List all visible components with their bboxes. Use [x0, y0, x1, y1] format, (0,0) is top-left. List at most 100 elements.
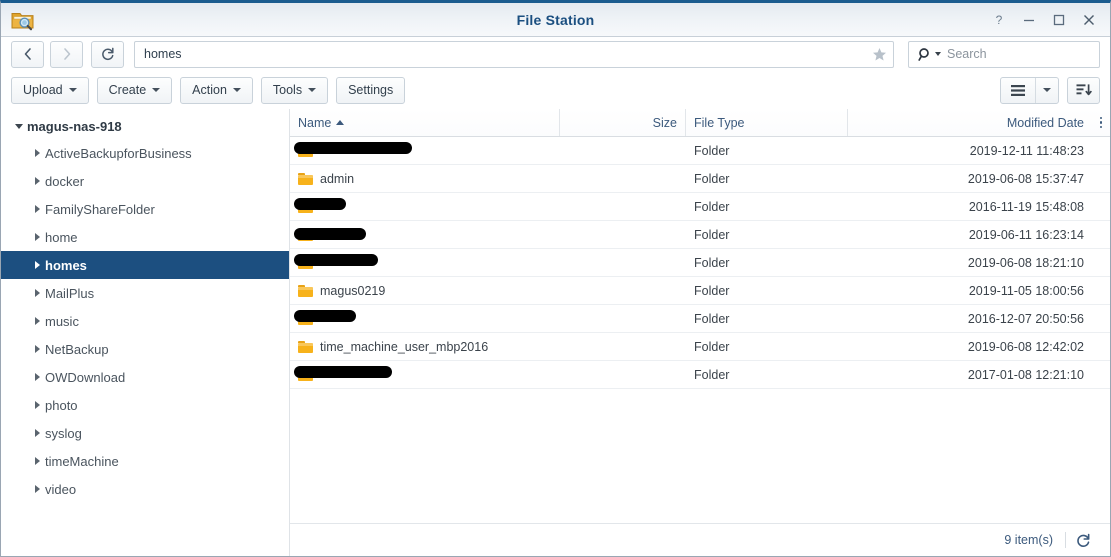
sidebar-item-syslog[interactable]: syslog: [1, 419, 289, 447]
cell-spacer: [1092, 305, 1110, 332]
cell-modified-date: 2019-06-08 15:37:47: [967, 171, 1084, 186]
cell-file-type: Folder: [694, 367, 730, 382]
refresh-icon[interactable]: [1066, 533, 1100, 548]
chevron-right-icon[interactable]: [29, 373, 45, 381]
chevron-right-icon[interactable]: [29, 401, 45, 409]
sidebar-item-root[interactable]: magus-nas-918: [1, 113, 289, 139]
redaction-mark: [294, 142, 412, 154]
column-header-name[interactable]: Name: [290, 109, 560, 136]
create-button[interactable]: Create: [96, 76, 173, 104]
settings-button-label: Settings: [348, 83, 394, 97]
table-row[interactable]: magus0219 Folder 2019-11-05 18:00:56: [290, 277, 1110, 305]
create-button-label: Create: [108, 83, 147, 97]
cell-modified-date: 2016-11-19 15:48:08: [968, 199, 1084, 214]
back-button[interactable]: [11, 40, 44, 68]
column-header-modified-date[interactable]: Modified Date: [848, 109, 1092, 136]
svg-text:?: ?: [996, 13, 1003, 27]
sidebar-item-owdownload[interactable]: OWDownload: [1, 363, 289, 391]
settings-button[interactable]: Settings: [336, 76, 406, 104]
cell-name: [290, 221, 560, 248]
list-view-icon[interactable]: [1001, 78, 1035, 103]
sidebar-item-label: timeMachine: [45, 453, 119, 469]
chevron-right-icon[interactable]: [29, 457, 45, 465]
sidebar-item-activebackupforbusiness[interactable]: ActiveBackupforBusiness: [1, 139, 289, 167]
tools-button[interactable]: Tools: [260, 76, 329, 104]
sidebar-item-timemachine[interactable]: timeMachine: [1, 447, 289, 475]
table-row[interactable]: time_machine_user_mbp2016 Folder 2019-06-0…: [290, 333, 1110, 361]
sidebar-item-homes[interactable]: homes: [1, 251, 289, 279]
maximize-button[interactable]: [1044, 7, 1074, 33]
file-row-list: Folder 2019-12-11 11:48:23 admin Folder 2019…: [290, 137, 1110, 523]
sidebar-item-photo[interactable]: photo: [1, 391, 289, 419]
sidebar-item-familysharefolder[interactable]: FamilyShareFolder: [1, 195, 289, 223]
chevron-right-icon[interactable]: [29, 289, 45, 297]
search-input[interactable]: [941, 46, 1110, 62]
cell-name: [290, 193, 560, 220]
chevron-down-icon: [232, 88, 241, 92]
view-mode-split-button[interactable]: [1000, 76, 1059, 104]
table-row[interactable]: Folder 2016-11-19 15:48:08: [290, 193, 1110, 221]
action-button-label: Action: [192, 83, 227, 97]
column-header-size[interactable]: Size: [560, 109, 686, 136]
chevron-right-icon[interactable]: [29, 177, 45, 185]
folder-icon: [298, 340, 313, 353]
sidebar-item-music[interactable]: music: [1, 307, 289, 335]
minimize-button[interactable]: [1014, 7, 1044, 33]
chevron-right-icon[interactable]: [29, 317, 45, 325]
action-button[interactable]: Action: [180, 76, 253, 104]
cell-size: [560, 249, 686, 276]
chevron-right-icon[interactable]: [29, 233, 45, 241]
cell-spacer: [1092, 137, 1110, 164]
column-header-filetype[interactable]: File Type: [686, 109, 848, 136]
star-icon[interactable]: [865, 43, 893, 66]
sidebar-item-label: MailPlus: [45, 285, 95, 301]
cell-modified-date: 2019-12-11 11:48:23: [969, 143, 1084, 158]
sidebar-item-netbackup[interactable]: NetBackup: [1, 335, 289, 363]
chevron-right-icon[interactable]: [29, 429, 45, 437]
sidebar-item-label: docker: [45, 173, 85, 189]
table-row[interactable]: Folder 2019-06-11 16:23:14: [290, 221, 1110, 249]
chevron-right-icon[interactable]: [29, 261, 45, 269]
cell-file-type: Folder: [694, 171, 730, 186]
sort-ascending-icon: [336, 120, 345, 125]
action-toolbar: Upload Create Action Tools Settings: [1, 71, 1110, 109]
table-row[interactable]: Folder 2019-12-11 11:48:23: [290, 137, 1110, 165]
cell-file-type: Folder: [694, 199, 730, 214]
cell-modified-date: 2019-11-05 18:00:56: [968, 283, 1084, 298]
cell-spacer: [1092, 165, 1110, 192]
sidebar-item-label: home: [45, 229, 78, 245]
help-button[interactable]: ?: [984, 7, 1014, 33]
chevron-right-icon[interactable]: [29, 345, 45, 353]
chevron-down-icon[interactable]: [11, 123, 27, 129]
close-button[interactable]: [1074, 7, 1104, 33]
table-row[interactable]: Folder 2016-12-07 20:50:56: [290, 305, 1110, 333]
sidebar-item-docker[interactable]: docker: [1, 167, 289, 195]
sidebar-item-mailplus[interactable]: MailPlus: [1, 279, 289, 307]
sidebar-item-label: OWDownload: [45, 369, 126, 385]
forward-button[interactable]: [50, 40, 83, 68]
table-row[interactable]: Folder 2019-06-08 18:21:10: [290, 249, 1110, 277]
sort-descending-icon[interactable]: [1067, 76, 1100, 104]
status-bar: 9 item(s): [290, 523, 1110, 556]
sidebar-item-home[interactable]: home: [1, 223, 289, 251]
path-input[interactable]: [135, 46, 865, 62]
upload-button[interactable]: Upload: [11, 76, 89, 104]
cell-spacer: [1092, 333, 1110, 360]
address-bar[interactable]: [134, 40, 894, 68]
chevron-right-icon[interactable]: [29, 149, 45, 157]
cell-size: [560, 137, 686, 164]
cell-modified-date: 2017-01-08 12:21:10: [967, 367, 1084, 382]
more-vertical-icon[interactable]: [1092, 109, 1110, 136]
column-header-size-label: Size: [652, 115, 677, 130]
chevron-down-icon[interactable]: [1035, 77, 1058, 103]
address-toolbar: [1, 37, 1110, 71]
search-box[interactable]: [908, 40, 1110, 68]
table-row[interactable]: Folder 2017-01-08 12:21:10: [290, 361, 1110, 389]
sidebar-item-video[interactable]: video: [1, 475, 289, 503]
chevron-right-icon[interactable]: [29, 205, 45, 213]
refresh-button[interactable]: [91, 40, 124, 68]
chevron-right-icon[interactable]: [29, 485, 45, 493]
sidebar-item-label: NetBackup: [45, 341, 109, 357]
table-row[interactable]: admin Folder 2019-06-08 15:37:47: [290, 165, 1110, 193]
magnifier-icon[interactable]: [909, 47, 941, 62]
